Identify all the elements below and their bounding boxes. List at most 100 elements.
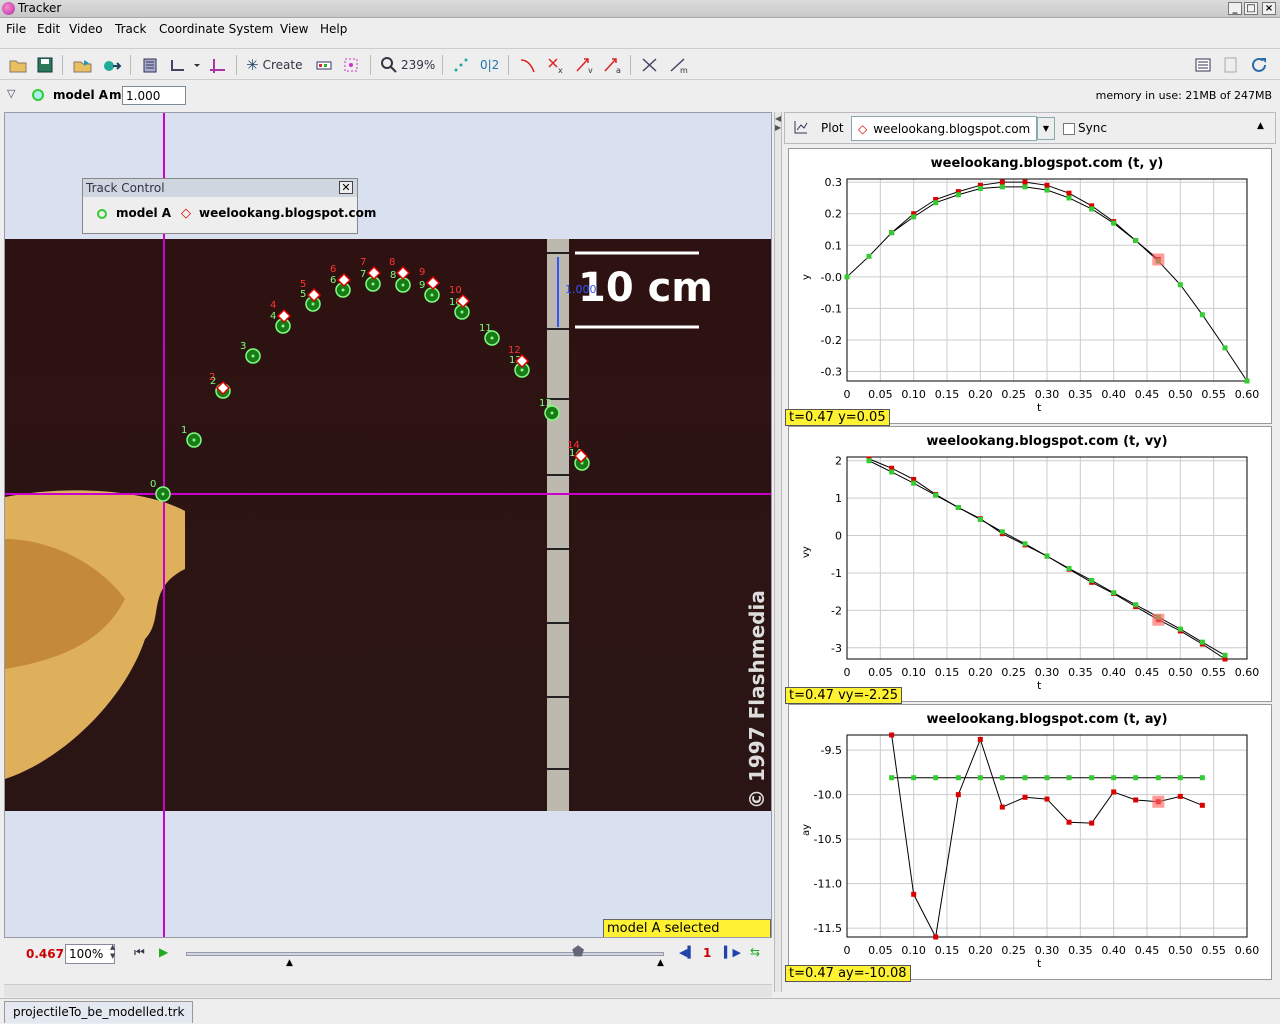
- clip-settings-icon[interactable]: [140, 54, 160, 76]
- collapse-icon[interactable]: ▲: [1257, 121, 1264, 131]
- x-tick-label: 0.05: [868, 944, 893, 957]
- force-vector-icon[interactable]: [640, 54, 662, 76]
- step-forward-icon[interactable]: ▍▶: [724, 946, 741, 959]
- video-filter-icon[interactable]: [102, 54, 122, 76]
- frame-readout: 1: [703, 946, 712, 960]
- refresh-icon[interactable]: [1250, 54, 1270, 76]
- series-point: [1066, 565, 1072, 571]
- sync-checkbox[interactable]: [1063, 123, 1075, 135]
- calibration-icon[interactable]: [206, 54, 228, 76]
- menu-coordinate-system[interactable]: Coordinate System: [159, 22, 273, 36]
- track-control-window[interactable]: Track Control ✕ model A ◇ weelookang.blo…: [82, 178, 376, 234]
- notes-icon[interactable]: [1194, 54, 1212, 76]
- x-tick-label: 0.05: [868, 388, 893, 401]
- menu-help[interactable]: Help: [320, 22, 347, 36]
- mass-field[interactable]: [122, 86, 186, 105]
- trails-icon[interactable]: [452, 54, 470, 76]
- step-back-icon[interactable]: ◀▍: [679, 946, 696, 959]
- y-axis-label: vy: [801, 546, 812, 558]
- speed-spinner-icon[interactable]: ▲ ▼: [110, 943, 115, 961]
- minimize-button[interactable]: _: [1228, 2, 1242, 15]
- x-marker-icon[interactable]: x: [546, 54, 566, 76]
- series-point: [977, 775, 983, 781]
- track-select[interactable]: ◇ weelookang.blogspot.com: [851, 116, 1037, 141]
- series-point: [866, 253, 872, 259]
- menu-view[interactable]: View: [280, 22, 308, 36]
- reset-icon[interactable]: ⏮: [134, 945, 145, 960]
- acceleration-vector-icon[interactable]: a: [602, 54, 624, 76]
- tracks-icon[interactable]: [314, 54, 334, 76]
- track-name[interactable]: model A: [53, 88, 108, 102]
- model-point-center: [251, 354, 255, 358]
- series-point: [1066, 775, 1072, 781]
- start-marker-icon[interactable]: ▲: [286, 958, 293, 968]
- track-overlay[interactable]: 01234567 89101112131424567 89101214: [5, 113, 771, 937]
- speed-field[interactable]: 100%: [65, 944, 115, 964]
- close-button[interactable]: ×: [1262, 2, 1276, 15]
- open-folder-icon[interactable]: [8, 54, 28, 76]
- plot-title: weelookang.blogspot.com (t, y): [931, 156, 1164, 171]
- series-point: [1199, 639, 1205, 645]
- create-button[interactable]: ✳ Create: [246, 54, 302, 76]
- selected-point: [1152, 253, 1165, 266]
- plot-t-vy[interactable]: weelookang.blogspot.com (t, vy) 0 0.05 0.10…: [788, 426, 1272, 702]
- plot-panel: Plot ◇ weelookang.blogspot.com ▼ Sync ▲ …: [784, 112, 1276, 992]
- file-tab[interactable]: projectileTo_be_modelled.trk: [4, 1001, 194, 1023]
- y-tick-label: -2: [831, 604, 842, 617]
- model-point-label: 3: [240, 341, 246, 352]
- series-point: [1066, 819, 1072, 825]
- menu-video[interactable]: Video: [69, 22, 103, 36]
- plot-header: Plot ◇ weelookang.blogspot.com ▼ Sync ▲: [784, 112, 1276, 144]
- x-tick-label: 0.50: [1168, 388, 1193, 401]
- x-tick-label: 0.60: [1235, 944, 1260, 957]
- series-point: [1089, 206, 1095, 212]
- save-icon[interactable]: [36, 54, 54, 76]
- close-icon[interactable]: ✕: [339, 181, 353, 194]
- properties-icon[interactable]: [1222, 54, 1240, 76]
- series-point: [911, 775, 917, 781]
- frame-slider[interactable]: [186, 952, 664, 956]
- autotracker-icon[interactable]: [342, 54, 362, 76]
- position-vector-icon[interactable]: [518, 54, 538, 76]
- zoom-button[interactable]: 239%: [380, 54, 435, 76]
- menu-file[interactable]: File: [6, 22, 26, 36]
- svg-text:v: v: [588, 66, 593, 74]
- series-point: [1155, 775, 1161, 781]
- panel-splitter[interactable]: ◀ ▶: [774, 112, 782, 992]
- chevron-down-icon[interactable]: ▼: [1037, 117, 1055, 140]
- x-tick-label: 0.15: [935, 944, 960, 957]
- model-point-center: [401, 283, 405, 287]
- track-control-data[interactable]: weelookang.blogspot.com: [199, 206, 376, 220]
- momentum-vector-icon[interactable]: m: [668, 54, 690, 76]
- x-tick-label: 0.25: [1001, 944, 1025, 957]
- video-panel[interactable]: 10 cm 1.000 © 1997 Flashmedia 0123456789…: [4, 112, 772, 938]
- slider-thumb-icon[interactable]: ⬟: [572, 944, 584, 960]
- splitter-arrow-icon[interactable]: ◀ ▶: [775, 114, 781, 132]
- x-axis-label: t: [1037, 401, 1042, 414]
- open-video-icon[interactable]: [72, 54, 94, 76]
- track-control-model[interactable]: model A: [116, 206, 171, 220]
- model-point-center: [371, 282, 375, 286]
- x-tick-label: 0.50: [1168, 666, 1193, 679]
- maximize-button[interactable]: □: [1244, 2, 1258, 15]
- plot-t-y[interactable]: weelookang.blogspot.com (t, y) 0 0.05 0.10 0…: [788, 148, 1272, 424]
- horizontal-scrollbar[interactable]: [4, 984, 772, 997]
- axes-icon[interactable]: [168, 54, 202, 76]
- player-bar: 0.467 100% ▲ ▼ ⏮ ▶ ⬟ ▲ ▲ ◀▍ 1 ▍▶ ⇆: [4, 940, 772, 970]
- series-point: [1022, 775, 1028, 781]
- model-point-label: 1: [181, 425, 187, 436]
- track-menu-chevron-icon[interactable]: ▽: [7, 87, 15, 100]
- loop-icon[interactable]: ⇆: [750, 945, 760, 959]
- menu-track[interactable]: Track: [115, 22, 146, 36]
- end-marker-icon[interactable]: ▲: [657, 958, 664, 968]
- plot-label[interactable]: Plot: [821, 121, 844, 135]
- plot-t-ay[interactable]: weelookang.blogspot.com (t, ay) 0 0.05 0.10…: [788, 704, 1272, 980]
- y-tick-label: -1: [831, 567, 842, 580]
- x-tick-label: 0.45: [1135, 388, 1160, 401]
- menu-edit[interactable]: Edit: [37, 22, 60, 36]
- velocity-vector-icon[interactable]: v: [574, 54, 596, 76]
- series-point: [889, 230, 895, 236]
- labels-toggle[interactable]: 0|2: [480, 54, 499, 76]
- play-icon[interactable]: ▶: [159, 945, 168, 959]
- x-tick-label: 0.40: [1101, 666, 1126, 679]
